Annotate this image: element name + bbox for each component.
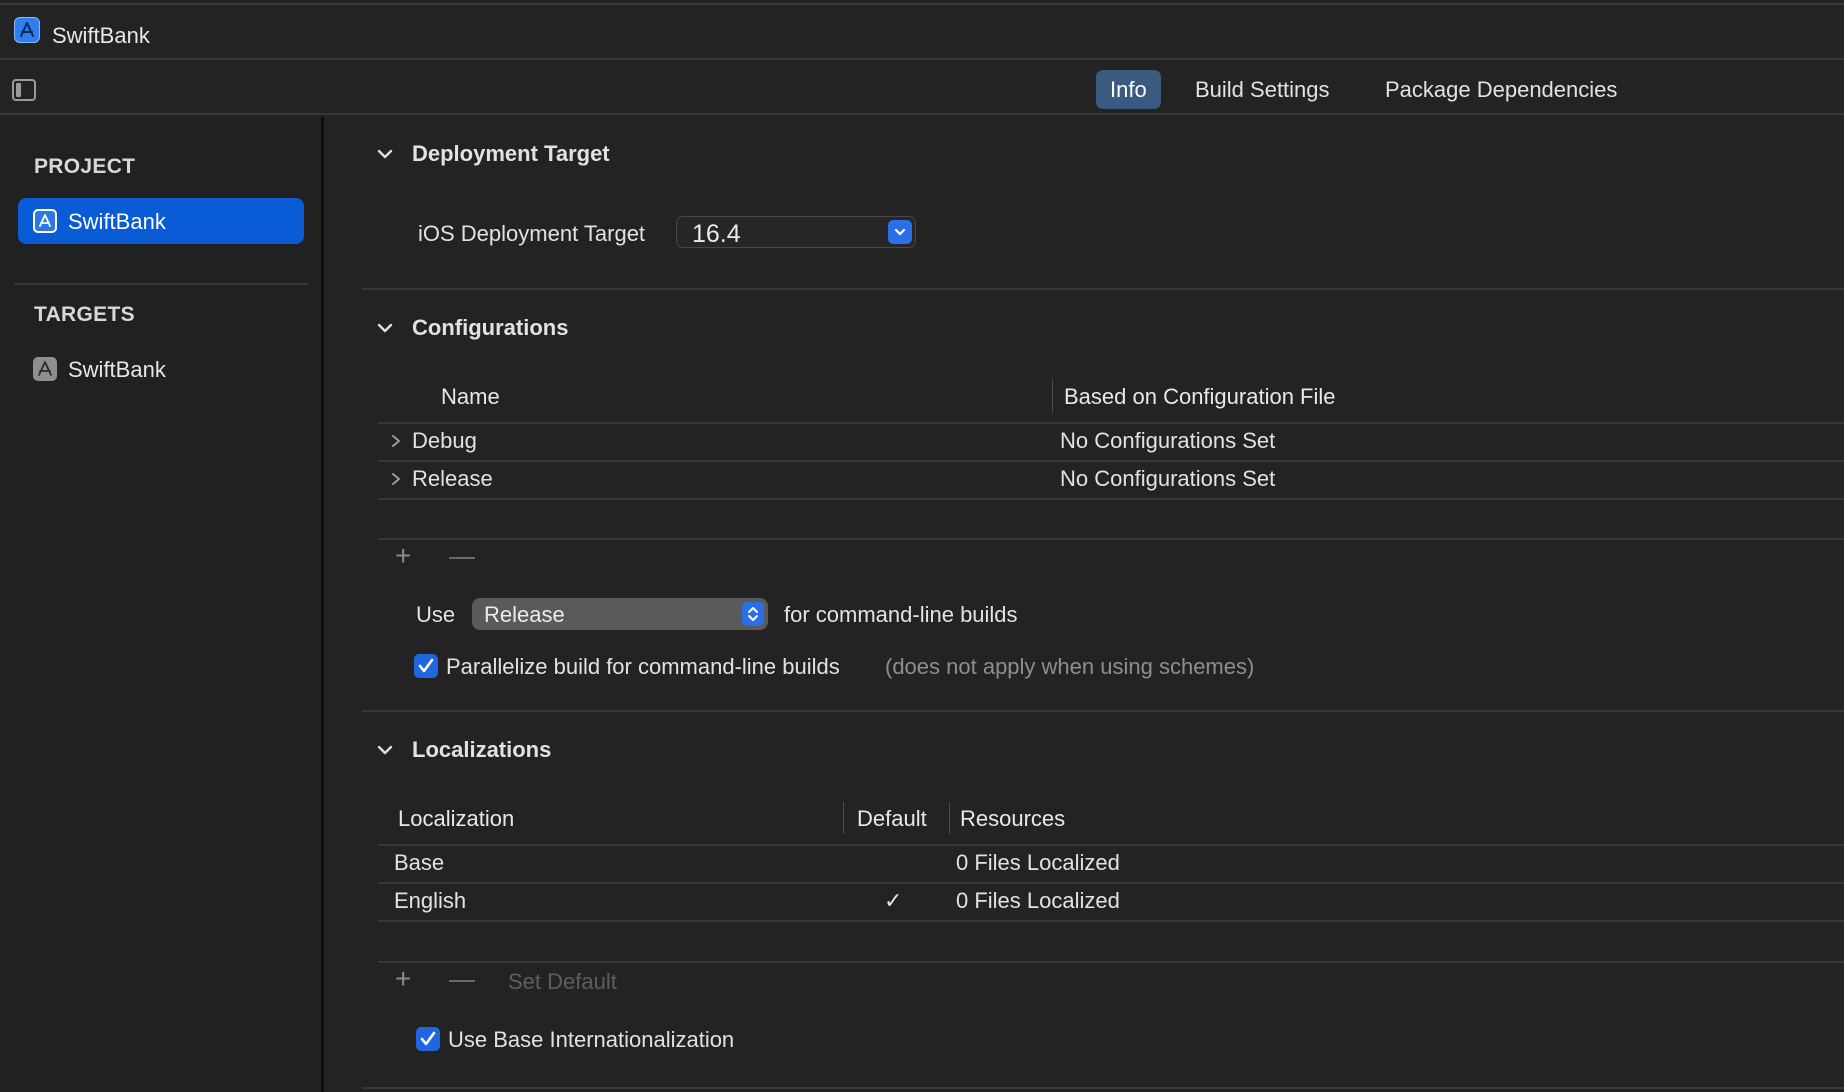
- add-configuration-button[interactable]: +: [395, 542, 411, 570]
- sidebar-toggle-icon[interactable]: [12, 79, 36, 101]
- xcode-project-icon: [14, 17, 40, 43]
- parallelize-checkbox[interactable]: [414, 654, 438, 678]
- use-base-internationalization-checkbox[interactable]: [416, 1027, 440, 1051]
- chevron-down-icon[interactable]: [888, 220, 912, 244]
- section-divider: [362, 288, 1844, 290]
- parallelize-label[interactable]: Parallelize build for command-line build…: [446, 654, 840, 680]
- section-divider: [362, 710, 1844, 712]
- column-divider: [1052, 379, 1053, 413]
- tab-package-dependencies[interactable]: Package Dependencies: [1371, 70, 1631, 109]
- commandline-suffix-label: for command-line builds: [784, 602, 1018, 627]
- chevron-down-icon[interactable]: [377, 742, 393, 758]
- config-file: No Configurations Set: [1060, 466, 1276, 491]
- configurations-heading: Configurations: [412, 315, 569, 340]
- targets-heading: TARGETS: [34, 303, 135, 326]
- chevron-updown-icon[interactable]: [742, 602, 764, 626]
- sidebar-item-label: SwiftBank: [68, 357, 166, 382]
- table-footer-divider: [378, 961, 1844, 963]
- add-localization-button[interactable]: +: [395, 965, 411, 993]
- remove-localization-button[interactable]: [449, 980, 475, 982]
- sidebar-item-label: SwiftBank: [68, 209, 166, 234]
- title-bar: SwiftBank: [0, 3, 1844, 58]
- ios-deployment-target-label: iOS Deployment Target: [418, 221, 646, 246]
- column-header-default[interactable]: Default: [857, 806, 927, 832]
- set-default-button[interactable]: Set Default: [508, 969, 617, 995]
- window-title: SwiftBank: [52, 23, 150, 48]
- config-name: Release: [412, 466, 493, 491]
- deployment-target-value: 16.4: [692, 220, 741, 248]
- ios-deployment-target-combobox[interactable]: 16.4: [676, 216, 916, 248]
- config-file: No Configurations Set: [1060, 428, 1276, 453]
- sidebar-item-target-swiftbank[interactable]: SwiftBank: [18, 346, 304, 392]
- chevron-down-icon[interactable]: [377, 320, 393, 336]
- column-header-localization[interactable]: Localization: [398, 806, 514, 832]
- localization-name: Base: [394, 850, 445, 875]
- tab-build-settings[interactable]: Build Settings: [1181, 70, 1344, 109]
- project-icon: [33, 209, 57, 233]
- column-header-config-file[interactable]: Based on Configuration File: [1064, 384, 1336, 410]
- commandline-config-value: Release: [484, 602, 565, 627]
- table-footer-divider: [378, 538, 1844, 540]
- localizations-heading: Localizations: [412, 737, 552, 762]
- tab-info[interactable]: Info: [1096, 70, 1161, 109]
- use-label: Use: [416, 602, 456, 627]
- project-navigator-sidebar: PROJECT SwiftBank TARGETS SwiftBank: [0, 117, 324, 1092]
- commandline-config-popup[interactable]: Release: [472, 598, 768, 630]
- config-name: Debug: [412, 428, 477, 453]
- localization-resources: 0 Files Localized: [956, 850, 1120, 875]
- chevron-right-icon[interactable]: [390, 472, 402, 486]
- localization-resources: 0 Files Localized: [956, 888, 1120, 913]
- remove-configuration-button[interactable]: [449, 557, 475, 559]
- deployment-target-heading: Deployment Target: [412, 141, 610, 166]
- row-divider: [378, 920, 1844, 922]
- row-divider: [378, 498, 1844, 500]
- sidebar-divider: [14, 283, 308, 285]
- chevron-down-icon[interactable]: [377, 146, 393, 162]
- section-divider: [362, 1087, 1844, 1089]
- app-target-icon: [33, 357, 57, 381]
- localization-name: English: [394, 888, 467, 913]
- column-header-resources[interactable]: Resources: [960, 806, 1065, 832]
- parallelize-note: (does not apply when using schemes): [885, 654, 1255, 679]
- chevron-right-icon[interactable]: [390, 434, 402, 448]
- default-checkmark: ✓: [884, 888, 903, 913]
- use-base-internationalization-label[interactable]: Use Base Internationalization: [448, 1027, 734, 1053]
- column-divider: [949, 802, 950, 834]
- column-divider: [843, 802, 844, 834]
- column-header-name[interactable]: Name: [441, 384, 500, 410]
- sidebar-item-project-swiftbank[interactable]: SwiftBank: [18, 198, 304, 244]
- editor-tab-bar: Info Build Settings Package Dependencies: [0, 58, 1844, 115]
- project-heading: PROJECT: [34, 155, 136, 178]
